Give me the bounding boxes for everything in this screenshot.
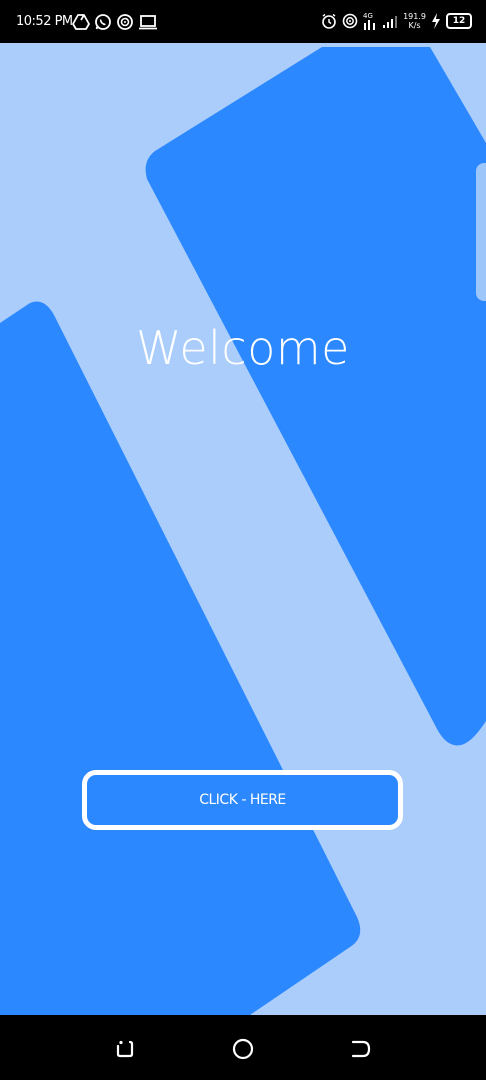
home-icon[interactable] <box>231 1037 255 1061</box>
welcome-title: Welcome <box>136 321 350 375</box>
laptop-icon <box>139 15 157 30</box>
alarm-icon <box>322 13 336 29</box>
navigation-bar <box>0 1015 486 1080</box>
click-here-button[interactable]: CLICK - HERE <box>82 770 403 830</box>
network-speed-unit: K/s <box>408 21 421 30</box>
notification-icons <box>72 12 158 32</box>
welcome-screen: Welcome CLICK - HERE <box>0 43 486 1015</box>
drive-icon <box>72 14 90 30</box>
back-icon[interactable] <box>349 1037 373 1061</box>
signal-4g-icon: 4G <box>363 12 376 30</box>
background-shapes <box>0 47 486 1015</box>
whatsapp-icon <box>95 14 111 30</box>
network-speed-value: 191.9 <box>403 12 426 21</box>
hotspot-icon <box>117 14 133 30</box>
status-bar: 10:52 PM 4G 191.9 K/s 12 <box>0 0 486 43</box>
battery-indicator: 12 <box>446 13 472 29</box>
svg-text:4G: 4G <box>363 12 373 20</box>
hotspot-icon <box>342 13 358 29</box>
status-time: 10:52 PM <box>16 14 73 29</box>
network-speed: 191.9 K/s <box>403 12 426 30</box>
edge-panel-handle[interactable] <box>476 163 486 301</box>
charging-icon <box>432 13 440 29</box>
system-icons: 4G 191.9 K/s 12 <box>321 9 472 33</box>
recent-apps-icon[interactable] <box>113 1037 137 1061</box>
signal-icon <box>383 16 398 28</box>
